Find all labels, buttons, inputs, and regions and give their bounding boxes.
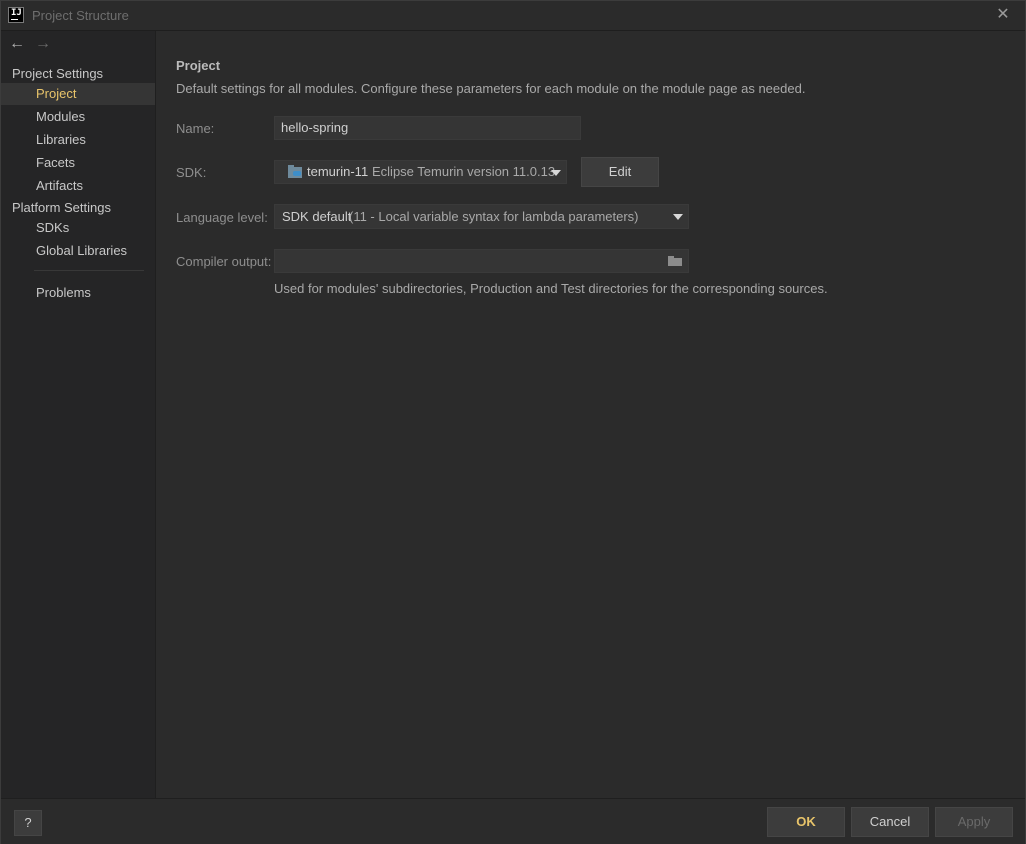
forward-arrow-icon[interactable]: → xyxy=(35,35,53,53)
language-level-label: Language level: xyxy=(176,210,268,225)
sidebar-item-global-libraries[interactable]: Global Libraries xyxy=(1,240,155,262)
compiler-output-label: Compiler output: xyxy=(176,254,272,269)
sdk-folder-icon xyxy=(288,165,302,178)
navigation-arrows: ← → xyxy=(9,35,61,55)
ok-button[interactable]: OK xyxy=(767,807,845,837)
sidebar-item-modules[interactable]: Modules xyxy=(1,106,155,128)
sidebar-divider xyxy=(34,270,144,271)
page-title: Project xyxy=(176,58,221,73)
sidebar-item-libraries[interactable]: Libraries xyxy=(1,129,155,151)
compiler-output-hint: Used for modules' subdirectories, Produc… xyxy=(274,281,828,296)
project-name-field[interactable]: hello-spring xyxy=(274,116,581,140)
apply-button[interactable]: Apply xyxy=(935,807,1013,837)
close-icon[interactable]: ✕ xyxy=(995,6,1011,24)
project-settings-header: Project Settings xyxy=(12,66,104,81)
language-level-value: SDK default xyxy=(282,209,352,224)
sidebar-item-facets[interactable]: Facets xyxy=(1,152,155,174)
language-level-detail: (11 - Local variable syntax for lambda p… xyxy=(349,209,639,224)
cancel-button[interactable]: Cancel xyxy=(851,807,929,837)
window-title: Project Structure xyxy=(32,8,129,23)
sdk-version: Eclipse Temurin version 11.0.13 xyxy=(372,164,556,179)
compiler-output-field[interactable] xyxy=(274,249,689,273)
title-bar: IJ Project Structure ✕ xyxy=(1,1,1025,31)
chevron-down-icon xyxy=(546,161,566,183)
sidebar-item-project[interactable]: Project xyxy=(1,83,155,105)
help-button[interactable]: ? xyxy=(14,810,42,836)
platform-settings-header: Platform Settings xyxy=(12,200,111,215)
chevron-down-icon xyxy=(668,205,688,228)
sidebar: ← → Project Settings Project Modules Libr… xyxy=(1,31,156,798)
browse-folder-icon[interactable] xyxy=(668,256,682,266)
intellij-logo-icon: IJ xyxy=(8,7,24,23)
sdk-name: temurin-11 xyxy=(307,164,369,179)
sidebar-item-sdks[interactable]: SDKs xyxy=(1,217,155,239)
project-settings-panel: Project Default settings for all modules… xyxy=(156,31,1025,798)
edit-sdk-button[interactable]: Edit xyxy=(581,157,659,187)
back-arrow-icon[interactable]: ← xyxy=(9,35,27,53)
project-structure-dialog: IJ Project Structure ✕ ← → Project Settin… xyxy=(0,0,1026,844)
sdk-dropdown[interactable]: temurin-11 Eclipse Temurin version 11.0.… xyxy=(274,160,567,184)
page-description: Default settings for all modules. Config… xyxy=(176,81,806,96)
sidebar-item-artifacts[interactable]: Artifacts xyxy=(1,175,155,197)
language-level-dropdown[interactable]: SDK default (11 - Local variable syntax … xyxy=(274,204,689,229)
dialog-footer: ? OK Cancel Apply xyxy=(1,798,1025,844)
name-label: Name: xyxy=(176,121,215,136)
sdk-label: SDK: xyxy=(176,165,207,180)
sidebar-item-problems[interactable]: Problems xyxy=(1,282,155,304)
